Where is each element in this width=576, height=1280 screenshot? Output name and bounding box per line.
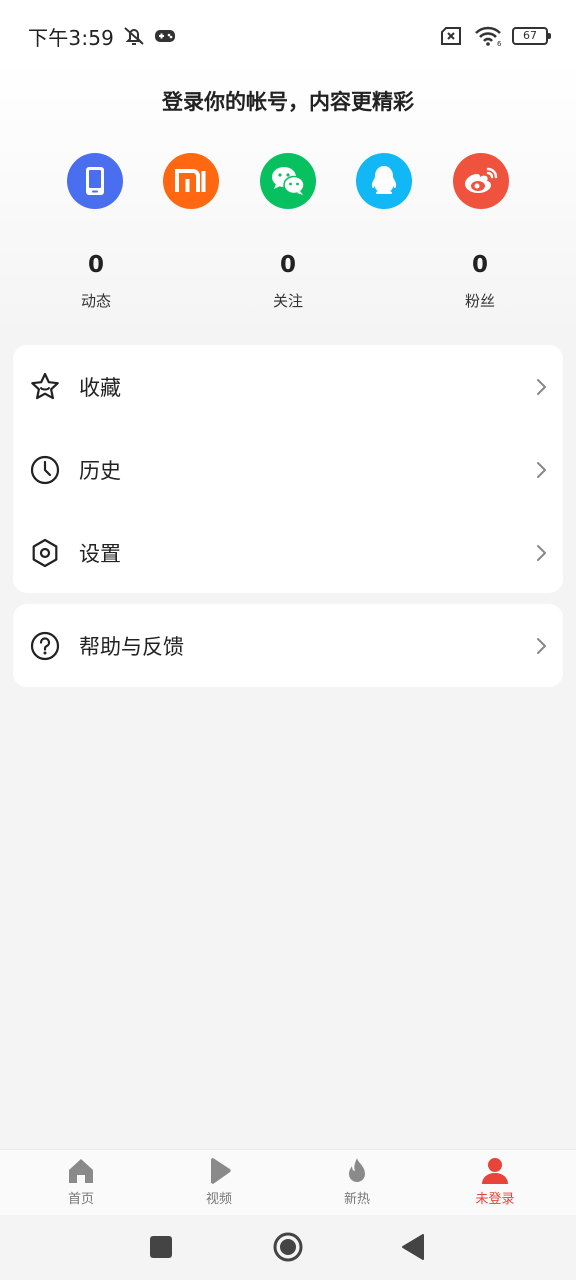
mute-bell-icon [124, 27, 144, 45]
stat-value: 0 [87, 252, 104, 278]
stat-label: 关注 [272, 292, 303, 310]
status-bar: 下午3:59 6 67 [0, 0, 576, 72]
menu-item-history[interactable]: 历史 [13, 428, 563, 511]
menu-card-main: 收藏 历史 设置 [13, 345, 563, 593]
login-prompt[interactable]: 登录你的帐号，内容更精彩 [0, 86, 576, 116]
nav-label: 未登录 [475, 1192, 515, 1207]
xiaomi-login-button[interactable] [163, 153, 219, 209]
back-triangle-icon[interactable] [396, 1230, 430, 1264]
menu-item-label: 设置 [79, 541, 121, 566]
mi-icon [175, 169, 206, 192]
help-circle-icon [30, 631, 60, 660]
settings-hexagon-icon [32, 538, 58, 567]
user-icon [482, 1158, 508, 1184]
stat-label: 动态 [80, 292, 111, 310]
clock-icon [30, 455, 60, 484]
system-nav-bar [0, 1215, 576, 1280]
nav-tab-trending[interactable]: 新热 [307, 1156, 407, 1212]
flame-icon [349, 1158, 365, 1182]
menu-item-label: 历史 [79, 458, 121, 483]
nav-tab-profile[interactable]: 未登录 [445, 1156, 545, 1212]
menu-item-label: 收藏 [79, 375, 121, 400]
recent-apps-icon[interactable] [144, 1230, 178, 1264]
wechat-icon [272, 167, 305, 195]
home-icon [69, 1159, 93, 1183]
chevron-right-icon [537, 461, 546, 478]
play-icon [211, 1158, 231, 1184]
stat-label: 粉丝 [464, 292, 495, 310]
phone-icon [86, 167, 104, 195]
battery-icon: 67 [512, 27, 551, 45]
stat-dynamics[interactable]: 0 动态 [36, 252, 156, 311]
menu-item-label: 帮助与反馈 [79, 634, 184, 659]
menu-item-settings[interactable]: 设置 [13, 511, 563, 594]
wifi-icon: 6 [475, 26, 502, 47]
qq-icon [371, 166, 397, 194]
weibo-login-button[interactable] [453, 153, 509, 209]
wechat-login-button[interactable] [260, 153, 316, 209]
gamepad-icon [155, 30, 176, 42]
nav-label: 视频 [205, 1192, 232, 1207]
stat-value: 0 [471, 252, 488, 278]
phone-login-button[interactable] [67, 153, 123, 209]
chevron-right-icon [537, 637, 546, 654]
sim-off-icon [441, 27, 461, 45]
status-time: 下午3:59 [28, 25, 115, 50]
stat-fans[interactable]: 0 粉丝 [420, 252, 540, 311]
svg-text:6: 6 [497, 40, 502, 47]
login-options [0, 153, 576, 209]
weibo-icon [465, 167, 498, 193]
chevron-right-icon [537, 544, 546, 561]
stat-value: 0 [279, 252, 296, 278]
chevron-right-icon [537, 378, 546, 395]
nav-label: 新热 [343, 1192, 370, 1207]
qq-login-button[interactable] [356, 153, 412, 209]
nav-tab-video[interactable]: 视频 [169, 1156, 269, 1212]
stat-following[interactable]: 0 关注 [228, 252, 348, 311]
menu-item-favorites[interactable]: 收藏 [13, 345, 563, 428]
menu-card-help: 帮助与反馈 [13, 604, 563, 687]
menu-item-help-feedback[interactable]: 帮助与反馈 [13, 604, 563, 687]
nav-tab-home[interactable]: 首页 [31, 1156, 131, 1212]
star-icon [31, 372, 59, 399]
nav-label: 首页 [67, 1192, 94, 1207]
home-circle-icon[interactable] [271, 1230, 305, 1264]
bottom-nav: 首页 视频 新热 未登录 [0, 1149, 576, 1215]
